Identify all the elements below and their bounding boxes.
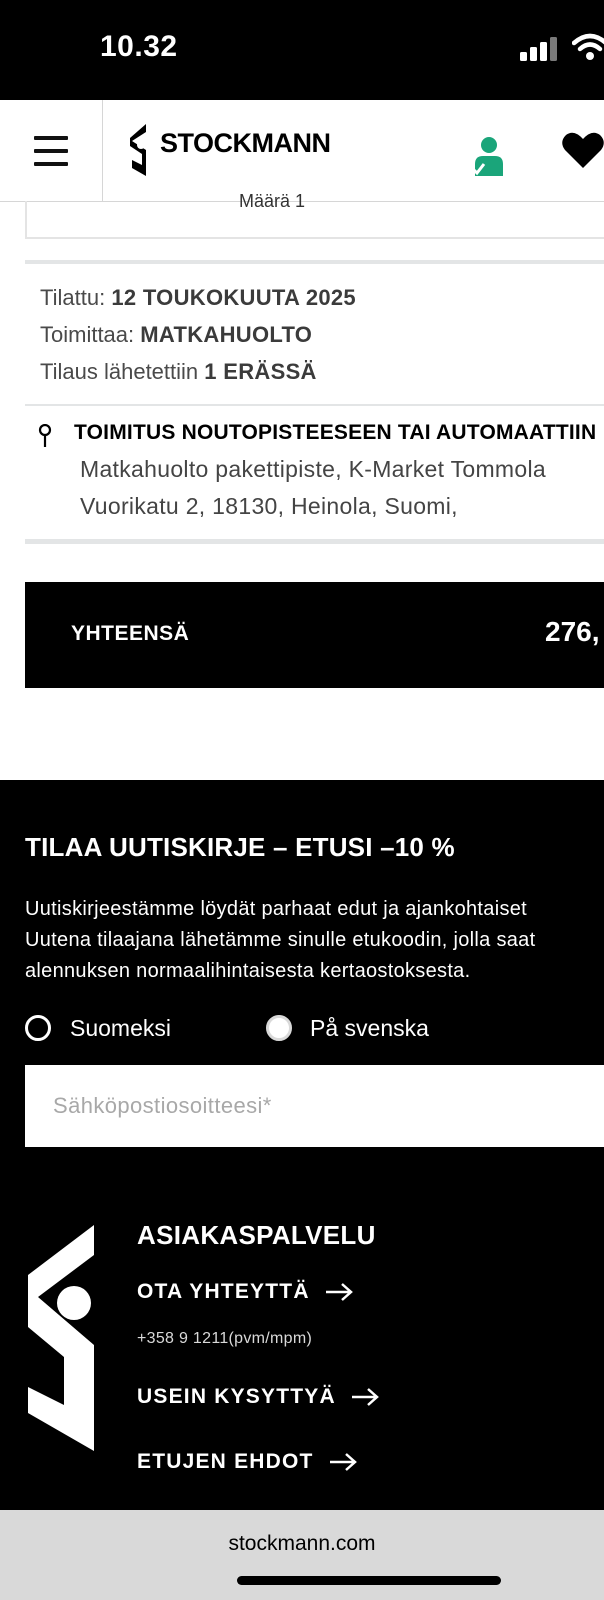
menu-icon-bar (34, 149, 68, 153)
order-date-line: Tilattu: 12 TOUKOKUUTA 2025 (40, 285, 356, 311)
site-footer: TILAA UUTISKIRJE – ETUSI –10 % Uutiskirj… (0, 780, 604, 1510)
divider (25, 539, 604, 544)
header-divider (102, 100, 103, 201)
newsletter-title: TILAA UUTISKIRJE – ETUSI –10 % (25, 832, 455, 862)
location-pin-icon (38, 424, 52, 447)
menu-icon (34, 136, 68, 140)
newsletter-text-line1: Uutiskirjeestämme löydät parhaat edut ja… (25, 898, 528, 920)
browser-address-bar[interactable]: stockmann.com (0, 1510, 604, 1600)
account-icon[interactable] (472, 136, 506, 176)
order-item-card: Määrä 1 (25, 191, 604, 239)
heart-icon[interactable] (562, 132, 604, 168)
arrow-right-icon (351, 1388, 379, 1406)
newsletter-email-input[interactable] (25, 1065, 604, 1147)
benefit-terms-label: ETUJEN EHDOT (137, 1450, 314, 1473)
language-radio-finnish[interactable] (25, 1015, 51, 1041)
carrier-value: MATKAHUOLTO (140, 322, 313, 347)
newsletter-text-line2: Uutena tilaajana lähetämme sinulle etuko… (25, 929, 536, 951)
stockmann-logo-mark (130, 124, 146, 176)
newsletter-text-line3: alennuksen normaalihintaisesta kertaosto… (25, 960, 471, 982)
home-indicator (237, 1576, 501, 1585)
arrow-right-icon (325, 1283, 353, 1301)
language-radio-swedish[interactable] (266, 1015, 292, 1041)
url-text[interactable]: stockmann.com (0, 1532, 604, 1556)
carrier-line: Toimittaa: MATKAHUOLTO (40, 322, 312, 348)
order-date-label: Tilattu: (40, 285, 106, 310)
order-total-bar: YHTEENSÄ 276, (25, 582, 604, 688)
menu-button[interactable] (30, 136, 70, 166)
shipments-line: Tilaus lähetettiin 1 ERÄSSÄ (40, 359, 317, 385)
shipments-value: 1 ERÄSSÄ (204, 359, 317, 384)
carrier-label: Toimittaa: (40, 322, 135, 347)
stockmann-footer-logo (28, 1225, 94, 1451)
language-label-swedish[interactable]: På svenska (310, 1015, 429, 1042)
total-amount: 276, (545, 616, 600, 647)
brand-name: STOCKMANN (160, 128, 331, 158)
contact-us-label: OTA YHTEYTTÄ (137, 1280, 310, 1303)
signal-icon (520, 37, 557, 61)
divider (25, 404, 604, 406)
arrow-right-icon (329, 1453, 357, 1471)
stockmann-logo[interactable]: STOCKMANN (130, 122, 370, 178)
benefit-terms-link[interactable]: ETUJEN EHDOT (137, 1450, 358, 1474)
contact-us-link[interactable]: OTA YHTEYTTÄ (137, 1280, 354, 1304)
status-bar: 10.32 (0, 0, 604, 100)
customer-service-title: ASIAKASPALVELU (137, 1220, 376, 1250)
order-date-value: 12 TOUKOKUUTA 2025 (111, 285, 356, 310)
total-label: YHTEENSÄ (71, 622, 190, 645)
divider (25, 260, 604, 264)
site-header: STOCKMANN (0, 100, 604, 202)
menu-icon-bar (34, 162, 68, 166)
faq-link[interactable]: USEIN KYSYTTYÄ (137, 1385, 380, 1409)
customer-service-phone: +358 9 1211(pvm/mpm) (137, 1330, 313, 1347)
status-time: 10.32 (100, 30, 178, 63)
shipments-label: Tilaus lähetettiin (40, 359, 199, 384)
faq-label: USEIN KYSYTTYÄ (137, 1385, 336, 1408)
wifi-icon (572, 33, 604, 60)
delivery-address-line1: Matkahuolto pakettipiste, K-Market Tommo… (80, 456, 546, 482)
delivery-address-line2: Vuorikatu 2, 18130, Heinola, Suomi, (80, 493, 458, 519)
language-label-finnish[interactable]: Suomeksi (70, 1015, 171, 1042)
quantity-label: Määrä 1 (238, 191, 306, 211)
delivery-method-title: TOIMITUS NOUTOPISTEESEEN TAI AUTOMAATTII… (74, 421, 597, 444)
